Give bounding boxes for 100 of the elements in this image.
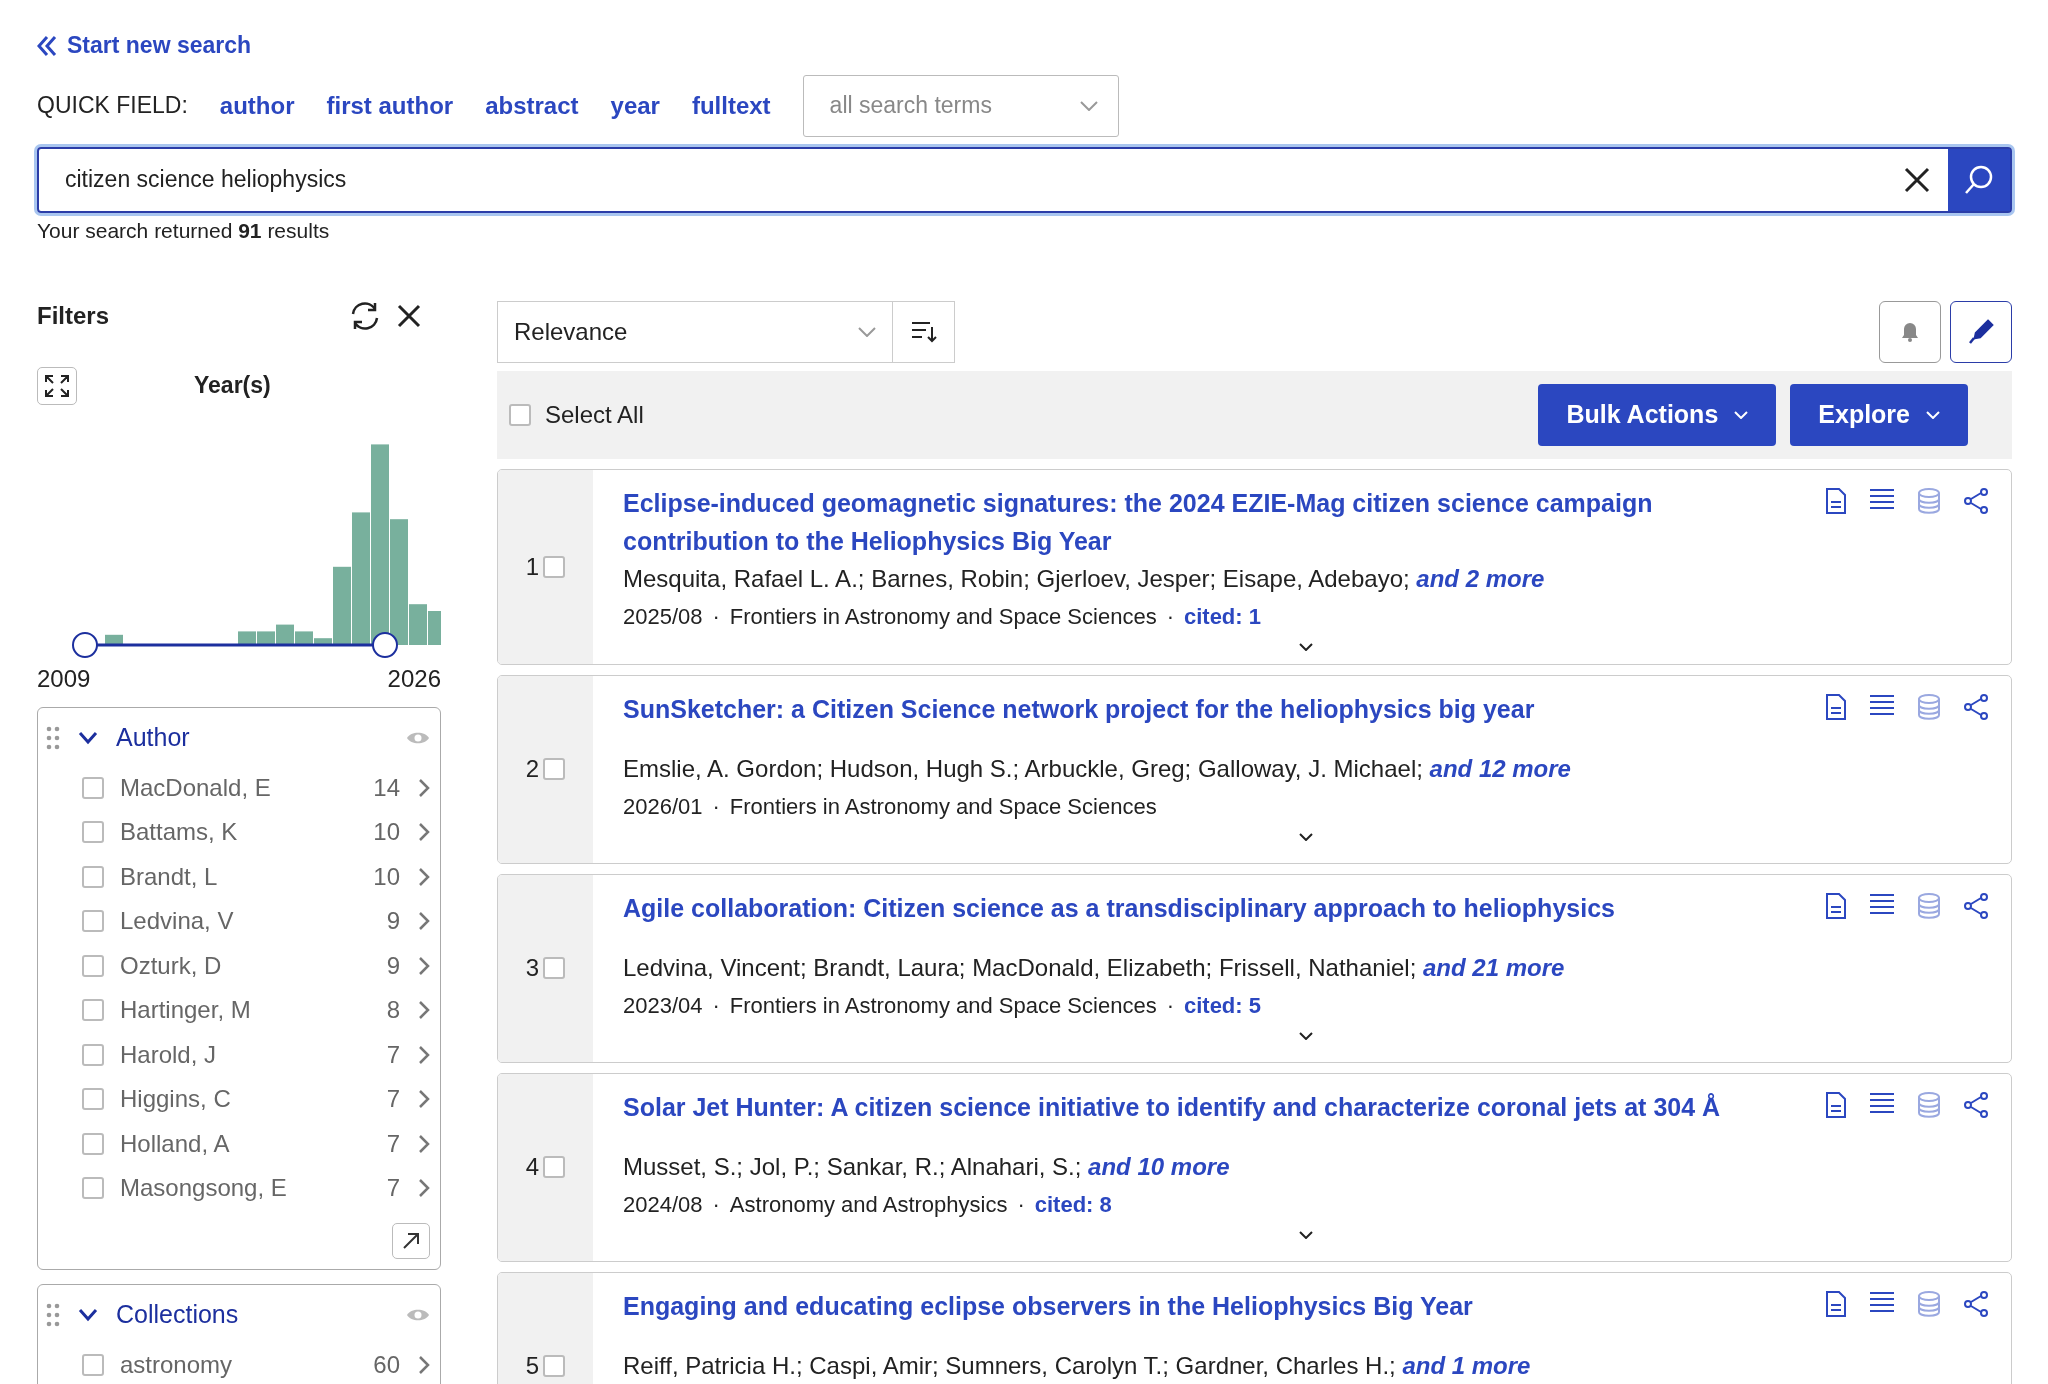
facet-item-label[interactable]: Harold, J: [120, 1040, 360, 1069]
back-link[interactable]: Start new search: [37, 32, 252, 59]
checkbox[interactable]: [543, 758, 566, 780]
search-field[interactable]: citizen science heliophysics: [37, 146, 2012, 213]
database-icon[interactable]: [1917, 1290, 1941, 1317]
list-icon[interactable]: [1869, 1091, 1895, 1114]
chevron-down-icon[interactable]: [78, 1307, 98, 1322]
refresh-icon[interactable]: [349, 300, 381, 331]
citation-count-link[interactable]: cited: 8: [1034, 1185, 1112, 1224]
list-icon[interactable]: [1869, 693, 1895, 716]
more-authors-link[interactable]: and 12 more: [1429, 754, 1571, 782]
chevron-right-icon[interactable]: [418, 1354, 430, 1375]
chevron-down-icon[interactable]: [1299, 832, 1313, 841]
range-track[interactable]: [97, 643, 373, 646]
document-icon[interactable]: [1825, 892, 1847, 919]
checkbox[interactable]: [82, 1353, 104, 1376]
quick-field-link[interactable]: author: [219, 91, 295, 120]
citation-count-link[interactable]: cited: 1: [1183, 597, 1261, 636]
checkbox[interactable]: [82, 1043, 104, 1066]
document-icon[interactable]: [1825, 487, 1847, 514]
drag-handle-icon[interactable]: [46, 1302, 60, 1327]
result-title-link[interactable]: SunSketcher: a Citizen Science network project for the heliophysics big year: [623, 689, 1785, 728]
facet-item-label[interactable]: Battams, K: [120, 818, 360, 847]
facet-item-label[interactable]: Higgins, C: [120, 1085, 360, 1114]
checkbox[interactable]: [82, 1177, 104, 1200]
database-icon[interactable]: [1917, 892, 1941, 919]
share-icon[interactable]: [1963, 1290, 1989, 1317]
more-authors-link[interactable]: and 1 more: [1402, 1351, 1531, 1379]
popout-button[interactable]: [392, 1222, 430, 1259]
database-icon[interactable]: [1917, 693, 1941, 720]
result-title-link[interactable]: Agile collaboration: Citizen science as a transdisciplinary approach to heliophysics: [623, 888, 1785, 927]
chevron-right-icon[interactable]: [418, 911, 430, 932]
facet-title[interactable]: Collections: [116, 1300, 406, 1329]
more-authors-link[interactable]: and 2 more: [1416, 564, 1545, 592]
document-icon[interactable]: [1825, 1091, 1847, 1118]
facet-item-label[interactable]: Masongsong, E: [120, 1174, 360, 1203]
checkbox[interactable]: [82, 910, 104, 933]
chevron-down-icon[interactable]: [78, 730, 98, 745]
action-button[interactable]: Explore: [1790, 383, 1968, 446]
chevron-right-icon[interactable]: [418, 822, 430, 843]
scope-dropdown[interactable]: all search terms: [802, 74, 1119, 137]
facet-item-label[interactable]: Holland, A: [120, 1129, 360, 1158]
checkbox[interactable]: [82, 1132, 104, 1155]
close-icon[interactable]: [1904, 166, 1930, 193]
share-icon[interactable]: [1963, 693, 1989, 720]
database-icon[interactable]: [1917, 1091, 1941, 1118]
share-icon[interactable]: [1963, 892, 1989, 919]
facet-item-label[interactable]: astronomy: [120, 1350, 360, 1379]
list-icon[interactable]: [1869, 892, 1895, 915]
more-authors-link[interactable]: and 10 more: [1088, 1152, 1230, 1180]
chevron-down-icon[interactable]: [1299, 1031, 1313, 1040]
action-button[interactable]: Bulk Actions: [1538, 383, 1777, 446]
checkbox[interactable]: [543, 1355, 566, 1377]
facet-item-label[interactable]: Ledvina, V: [120, 907, 360, 936]
checkbox[interactable]: [543, 555, 566, 578]
quick-field-link[interactable]: year: [610, 91, 660, 120]
checkbox[interactable]: [82, 999, 104, 1022]
quick-field-link[interactable]: first author: [326, 91, 454, 120]
chevron-right-icon[interactable]: [418, 1089, 430, 1110]
facet-item-label[interactable]: Brandt, L: [120, 862, 360, 891]
checkbox[interactable]: [543, 957, 566, 979]
checkbox[interactable]: [82, 954, 104, 977]
result-title-link[interactable]: Eclipse-induced geomagnetic signatures: the 2024 EZIE-Mag citizen science campaign contribution to the Heliophysics Big Year: [623, 483, 1785, 560]
search-button[interactable]: [1948, 148, 2010, 211]
chevron-right-icon[interactable]: [418, 1133, 430, 1154]
citation-count-link[interactable]: cited: 5: [1183, 986, 1261, 1025]
close-icon[interactable]: [397, 303, 421, 328]
document-icon[interactable]: [1825, 693, 1847, 720]
result-title-link[interactable]: Solar Jet Hunter: A citizen science initiative to identify and characterize coronal jets at 304 Å: [623, 1087, 1785, 1126]
chevron-right-icon[interactable]: [418, 866, 430, 887]
select-all-label[interactable]: Select All: [545, 400, 1525, 429]
drag-handle-icon[interactable]: [46, 725, 60, 750]
facet-item-label[interactable]: Ozturk, D: [120, 951, 360, 980]
database-icon[interactable]: [1917, 487, 1941, 514]
share-icon[interactable]: [1963, 487, 1989, 514]
result-title-link[interactable]: Engaging and educating eclipse observers in the Heliophysics Big Year: [623, 1286, 1785, 1325]
expand-button[interactable]: [37, 366, 77, 405]
notification-button[interactable]: [1879, 300, 1941, 363]
quick-field-link[interactable]: abstract: [485, 91, 579, 120]
list-icon[interactable]: [1869, 1290, 1895, 1313]
checkbox[interactable]: [82, 821, 104, 844]
facet-title[interactable]: Author: [116, 723, 406, 752]
chevron-right-icon[interactable]: [418, 1000, 430, 1021]
chevron-down-icon[interactable]: [1299, 642, 1313, 651]
more-authors-link[interactable]: and 21 more: [1423, 953, 1565, 981]
facet-item-label[interactable]: MacDonald, E: [120, 773, 360, 802]
share-icon[interactable]: [1963, 1091, 1989, 1118]
checkbox[interactable]: [82, 1088, 104, 1111]
list-icon[interactable]: [1869, 487, 1895, 510]
chevron-right-icon[interactable]: [418, 1044, 430, 1065]
chevron-right-icon[interactable]: [418, 1178, 430, 1199]
checkbox[interactable]: [543, 1156, 566, 1178]
checkbox[interactable]: [82, 865, 104, 888]
highlight-button[interactable]: [1950, 300, 2012, 363]
checkbox[interactable]: [509, 403, 531, 426]
chevron-right-icon[interactable]: [418, 955, 430, 976]
chevron-down-icon[interactable]: [1299, 1230, 1313, 1239]
document-icon[interactable]: [1825, 1290, 1847, 1317]
chevron-right-icon[interactable]: [418, 777, 430, 798]
checkbox[interactable]: [82, 776, 104, 799]
